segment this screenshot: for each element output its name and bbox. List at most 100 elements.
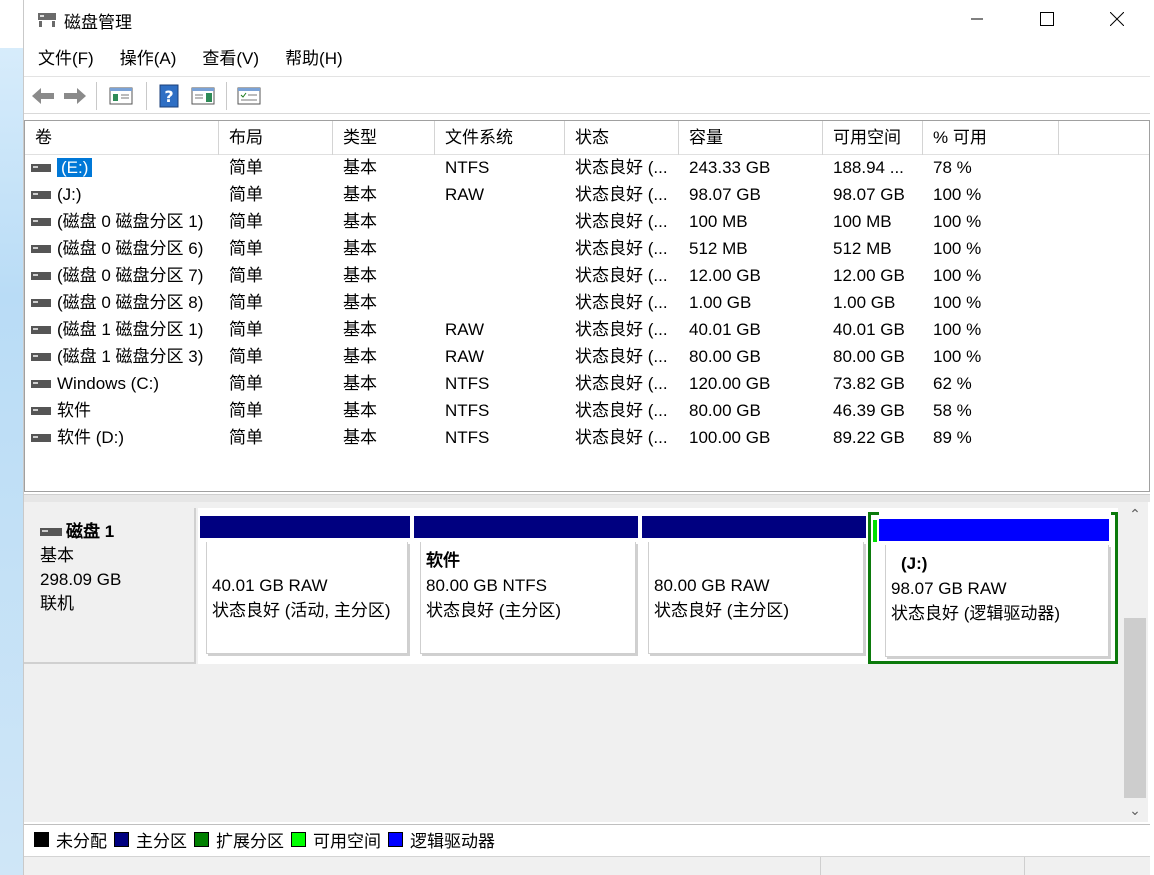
volume-free-text: 1.00 GB [833, 293, 896, 312]
volume-capacity-text: 12.00 GB [689, 266, 761, 285]
scrollbar-thumb[interactable] [1124, 618, 1146, 798]
help-button[interactable]: ? [156, 83, 182, 109]
volume-free-text: 512 MB [833, 239, 892, 258]
show-hide-console-tree-button[interactable] [108, 83, 134, 109]
column-header-filesystem[interactable]: 文件系统 [435, 121, 565, 155]
partition-1-bar [200, 516, 410, 538]
volume-capacity-text: 80.00 GB [689, 347, 761, 366]
column-header-status[interactable]: 状态 [565, 121, 679, 155]
menu-help[interactable]: 帮助(H) [271, 44, 355, 74]
pane-splitter[interactable] [24, 494, 1150, 502]
volume-name-text: (磁盘 0 磁盘分区 7) [57, 266, 204, 285]
volume-row[interactable]: 软件 简单 基本 NTFS 状态良好 (... 80.00 GB 46.39 GB 58 % [25, 397, 1149, 424]
volume-cell-capacity: 512 MB [689, 235, 823, 262]
volume-status-text: 状态良好 (... [575, 401, 668, 420]
partition-2[interactable]: 软件 80.00 GB NTFS 状态良好 (主分区) [414, 508, 638, 658]
menu-bar: 文件(F) 操作(A) 查看(V) 帮助(H) [24, 44, 1150, 74]
volume-cell-free: 188.94 ... [833, 154, 923, 181]
column-header-type[interactable]: 类型 [333, 121, 435, 155]
volume-row[interactable]: (磁盘 0 磁盘分区 6) 简单 基本 状态良好 (... 512 MB 512 MB 10… [25, 235, 1149, 262]
disk-1-label[interactable]: 磁盘 1 基本 298.09 GB 联机 [24, 508, 196, 664]
volume-cell-pct: 100 % [933, 235, 1053, 262]
volume-layout-text: 简单 [229, 185, 263, 204]
volume-fs-text: NTFS [445, 428, 490, 447]
column-header-percent-free[interactable]: % 可用 [923, 121, 1059, 155]
volume-capacity-text: 243.33 GB [689, 158, 771, 177]
volume-cell-name: Windows (C:) [57, 370, 217, 397]
column-header-layout[interactable]: 布局 [219, 121, 333, 155]
graphical-view-scrollbar[interactable]: ⌃ ⌄ [1122, 502, 1148, 822]
volume-status-text: 状态良好 (... [575, 347, 668, 366]
volume-cell-name: (磁盘 1 磁盘分区 3) [57, 343, 217, 370]
volume-type-text: 基本 [343, 347, 377, 366]
action-pane-button[interactable] [190, 83, 216, 109]
volume-capacity-text: 512 MB [689, 239, 748, 258]
volume-list-header: 卷 布局 类型 文件系统 状态 容量 可用空间 % 可用 [25, 121, 1149, 155]
partition-1[interactable]: 40.01 GB RAW 状态良好 (活动, 主分区) [200, 508, 410, 658]
close-icon [1110, 12, 1124, 26]
volume-cell-type: 基本 [343, 343, 435, 370]
scroll-up-icon[interactable]: ⌃ [1122, 502, 1148, 526]
desktop-edge [0, 0, 24, 875]
back-arrow-icon [32, 88, 54, 104]
partition-4-bar [879, 519, 1109, 541]
volume-row[interactable]: (磁盘 0 磁盘分区 1) 简单 基本 状态良好 (... 100 MB 100 MB 10… [25, 208, 1149, 235]
properties-button[interactable] [236, 83, 262, 109]
volume-capacity-text: 80.00 GB [689, 401, 761, 420]
disk-icon [40, 528, 62, 536]
menu-action[interactable]: 操作(A) [106, 44, 189, 74]
volume-cell-layout: 简单 [229, 208, 333, 235]
maximize-button[interactable] [1012, 0, 1082, 38]
close-button[interactable] [1082, 0, 1152, 38]
volume-row[interactable]: (J:) 简单 基本 RAW 状态良好 (... 98.07 GB 98.07 GB 100 … [25, 181, 1149, 208]
minimize-button[interactable] [942, 0, 1012, 38]
disk-name: 磁盘 1 [66, 522, 115, 541]
forward-button[interactable] [62, 83, 88, 109]
volume-cell-status: 状态良好 (... [575, 208, 679, 235]
volume-row[interactable]: (磁盘 0 磁盘分区 8) 简单 基本 状态良好 (... 1.00 GB 1.00 GB… [25, 289, 1149, 316]
volume-row[interactable]: (E:) 简单 基本 NTFS 状态良好 (... 243.33 GB 188.94 ...… [25, 154, 1149, 181]
volume-cell-layout: 简单 [229, 154, 333, 181]
volume-name-text: (磁盘 0 磁盘分区 6) [57, 239, 204, 258]
volume-status-text: 状态良好 (... [575, 293, 668, 312]
volume-cell-name: 软件 [57, 397, 217, 424]
volume-name-text: (磁盘 1 磁盘分区 3) [57, 347, 204, 366]
back-button[interactable] [30, 83, 56, 109]
volume-cell-free: 98.07 GB [833, 181, 923, 208]
volume-row[interactable]: 软件 (D:) 简单 基本 NTFS 状态良好 (... 100.00 GB 89.22 G… [25, 424, 1149, 451]
volume-capacity-text: 120.00 GB [689, 374, 771, 393]
scroll-down-icon[interactable]: ⌄ [1122, 798, 1148, 822]
volume-name-text: (E:) [57, 158, 93, 177]
partition-2-status: 状态良好 (主分区) [426, 601, 562, 620]
partition-1-size: 40.01 GB RAW [212, 576, 328, 595]
column-header-free-space[interactable]: 可用空间 [823, 121, 923, 155]
volume-row[interactable]: (磁盘 0 磁盘分区 7) 简单 基本 状态良好 (... 12.00 GB 12.00 … [25, 262, 1149, 289]
menu-file[interactable]: 文件(F) [24, 44, 106, 74]
volume-cell-capacity: 80.00 GB [689, 343, 823, 370]
volume-cell-free: 40.01 GB [833, 316, 923, 343]
volume-name-text: 软件 (D:) [57, 428, 125, 447]
column-header-volume[interactable]: 卷 [25, 121, 219, 155]
volume-pct-text: 78 % [933, 158, 972, 177]
volume-cell-type: 基本 [343, 262, 435, 289]
volume-pct-text: 100 % [933, 212, 982, 231]
column-header-capacity[interactable]: 容量 [679, 121, 823, 155]
disk-graphical-view: 磁盘 1 基本 298.09 GB 联机 40.01 GB RAW 状态良好 (… [24, 502, 1122, 822]
partition-4-size: 98.07 GB RAW [891, 579, 1007, 598]
volume-row[interactable]: (磁盘 1 磁盘分区 1) 简单 基本 RAW 状态良好 (... 40.01 GB 40.… [25, 316, 1149, 343]
volume-name-text: (磁盘 1 磁盘分区 1) [57, 320, 204, 339]
volume-row[interactable]: Windows (C:) 简单 基本 NTFS 状态良好 (... 120.00 GB 73… [25, 370, 1149, 397]
volume-cell-fs: NTFS [445, 154, 565, 181]
partition-3[interactable]: 80.00 GB RAW 状态良好 (主分区) [642, 508, 866, 658]
volume-row[interactable]: (磁盘 1 磁盘分区 3) 简单 基本 RAW 状态良好 (... 80.00 GB 80.… [25, 343, 1149, 370]
disk-state: 联机 [40, 594, 74, 613]
partition-4-logical-j[interactable]: (J:) 98.07 GB RAW 状态良好 (逻辑驱动器) [879, 511, 1111, 661]
menu-view[interactable]: 查看(V) [188, 44, 271, 74]
volume-layout-text: 简单 [229, 266, 263, 285]
legend-swatch [194, 832, 209, 847]
volume-status-text: 状态良好 (... [575, 320, 668, 339]
volume-cell-fs: NTFS [445, 424, 565, 451]
forward-arrow-icon [64, 88, 86, 104]
volume-cell-status: 状态良好 (... [575, 235, 679, 262]
volume-type-text: 基本 [343, 239, 377, 258]
